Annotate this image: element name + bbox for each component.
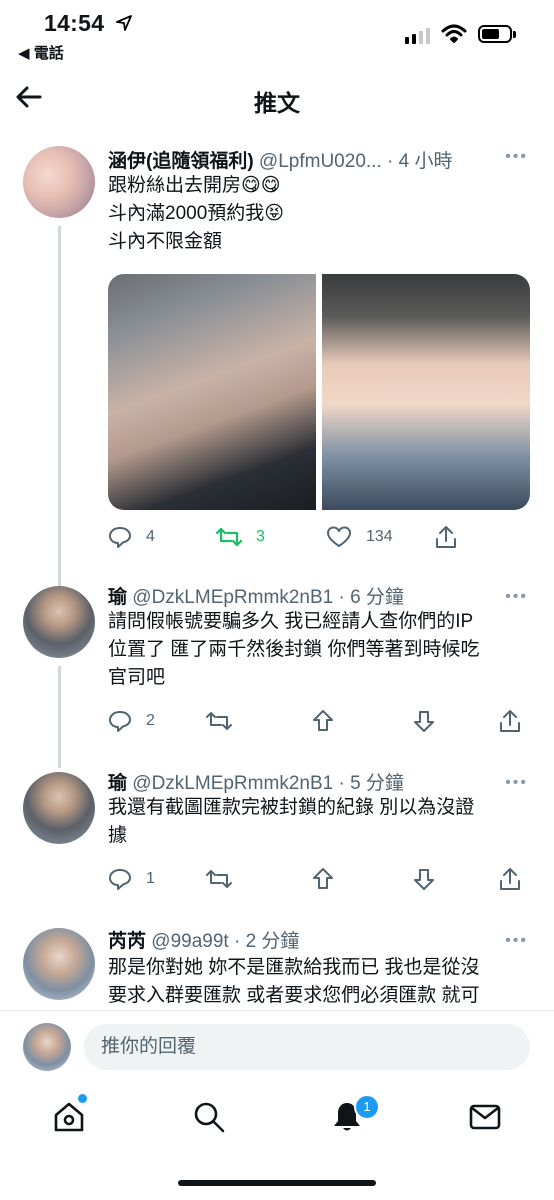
reply-icon bbox=[109, 869, 131, 890]
avatar[interactable] bbox=[23, 928, 95, 1000]
like-button[interactable]: 134 bbox=[326, 522, 393, 552]
retweet-icon bbox=[206, 712, 232, 730]
author-name[interactable]: 芮芮 bbox=[108, 931, 146, 952]
share-icon bbox=[500, 868, 520, 890]
page-title: 推文 bbox=[254, 90, 300, 116]
retweet-count: 3 bbox=[256, 528, 265, 545]
mail-icon[interactable] bbox=[468, 1100, 502, 1134]
share-button[interactable] bbox=[498, 706, 522, 736]
retweet-button[interactable] bbox=[206, 864, 232, 894]
tweet-actions: 1 bbox=[108, 864, 528, 894]
media-photo-2[interactable] bbox=[322, 274, 530, 510]
reply-count: 2 bbox=[146, 712, 155, 729]
author-handle-time: @DzkLMEpRmmk2nB1 · 5 分鐘 bbox=[127, 773, 404, 794]
reply-count: 1 bbox=[146, 870, 155, 887]
status-bar: 14:54 ◀ 電話 bbox=[0, 0, 554, 70]
tweet-text: 那是你對她 妳不是匯款給我而已 我也是從沒 要求入群要匯款 或者要求您們必須匯款… bbox=[108, 954, 528, 1010]
retweet-button[interactable] bbox=[206, 706, 232, 736]
author-name[interactable]: 涵伊(追隨領福利) bbox=[108, 151, 254, 172]
tweet-text: 請問假帳號要騙多久 我已經請人查你們的IP 位置了 匯了兩千然後封鎖 你們等著到… bbox=[108, 608, 528, 692]
battery-icon bbox=[478, 25, 516, 43]
signal-icon bbox=[405, 28, 430, 44]
tweet-media[interactable] bbox=[108, 274, 530, 510]
new-content-dot bbox=[78, 1094, 87, 1103]
reply-tweet[interactable]: 瑜 @DzkLMEpRmmk2nB1 · 6 分鐘 ••• 請問假帳號要騙多久 … bbox=[0, 582, 554, 768]
reply-icon bbox=[109, 711, 131, 732]
tweet-line: 位置了 匯了兩千然後封鎖 你們等著到時候吃 bbox=[108, 639, 480, 660]
tweet-line: 斗內不限金額 bbox=[108, 231, 223, 252]
downvote-icon bbox=[414, 711, 434, 732]
upvote-button[interactable] bbox=[311, 706, 335, 736]
avatar[interactable] bbox=[23, 586, 95, 658]
tweet-line: 據 bbox=[108, 825, 128, 846]
reply-input[interactable]: 推你的回覆 bbox=[84, 1024, 530, 1070]
like-icon bbox=[327, 526, 351, 547]
reply-count: 4 bbox=[146, 528, 155, 545]
downvote-button[interactable] bbox=[412, 864, 436, 894]
author-handle-time: @DzkLMEpRmmk2nB1 · 6 分鐘 bbox=[127, 587, 404, 608]
tweet-line: 斗內滿2000預約我😝 bbox=[108, 203, 285, 224]
downvote-icon bbox=[414, 869, 434, 890]
like-count: 134 bbox=[366, 528, 393, 545]
reply-tweet[interactable]: 芮芮 @99a99t · 2 分鐘 ••• 那是你對她 妳不是匯款給我而已 我也… bbox=[0, 926, 554, 1010]
header: 推文 bbox=[0, 70, 554, 126]
more-icon[interactable]: ••• bbox=[505, 932, 528, 950]
share-icon bbox=[500, 710, 520, 732]
upvote-button[interactable] bbox=[311, 864, 335, 894]
tweet-line: 官司吧 bbox=[108, 667, 166, 688]
media-photo-1[interactable] bbox=[108, 274, 316, 510]
main-tweet[interactable]: 涵伊(追隨領福利) @LpfmU020... · 4 小時 ••• 跟粉絲出去開… bbox=[0, 142, 554, 626]
tab-bar bbox=[0, 1082, 554, 1152]
share-button[interactable] bbox=[498, 864, 522, 894]
author-handle-time: @LpfmU020... · 4 小時 bbox=[253, 151, 453, 172]
tweet-text: 我還有截圖匯款完被封鎖的紀錄 別以為沒證 據 bbox=[108, 794, 528, 850]
search-icon[interactable] bbox=[192, 1100, 226, 1134]
retweet-icon bbox=[206, 870, 232, 888]
retweet-icon bbox=[216, 527, 242, 547]
reply-button[interactable]: 4 bbox=[108, 522, 155, 552]
tweet-line: 要求入群要匯款 或者要求您們必須匯款 就可 bbox=[108, 985, 480, 1006]
tweet-line: 跟粉絲出去開房😋😋 bbox=[108, 175, 281, 196]
home-icon[interactable] bbox=[52, 1100, 86, 1134]
reply-composer: 推你的回覆 bbox=[0, 1010, 554, 1083]
tweet-line: 請問假帳號要騙多久 我已經請人查你們的IP bbox=[108, 611, 474, 632]
reply-icon bbox=[109, 527, 131, 548]
more-icon[interactable]: ••• bbox=[505, 588, 528, 606]
downvote-button[interactable] bbox=[412, 706, 436, 736]
avatar[interactable] bbox=[23, 146, 95, 218]
avatar[interactable] bbox=[23, 772, 95, 844]
wifi-icon bbox=[441, 24, 467, 43]
avatar[interactable] bbox=[23, 1023, 71, 1071]
reply-button[interactable]: 1 bbox=[108, 864, 155, 894]
tweet-line: 那是你對她 妳不是匯款給我而已 我也是從沒 bbox=[108, 957, 480, 978]
home-indicator bbox=[178, 1180, 376, 1186]
upvote-icon bbox=[313, 710, 333, 731]
author-name[interactable]: 瑜 bbox=[108, 587, 127, 608]
thread-line bbox=[58, 226, 61, 626]
share-button[interactable] bbox=[434, 522, 458, 552]
reply-button[interactable]: 2 bbox=[108, 706, 155, 736]
share-icon bbox=[436, 526, 456, 548]
more-icon[interactable]: ••• bbox=[505, 774, 528, 792]
tweet-actions: 4 3 134 bbox=[108, 522, 528, 552]
thread-line bbox=[58, 666, 61, 768]
tweet-actions: 2 bbox=[108, 706, 528, 736]
status-time: 14:54 bbox=[44, 10, 105, 36]
author-name[interactable]: 瑜 bbox=[108, 773, 127, 794]
retweet-button[interactable]: 3 bbox=[216, 522, 265, 552]
notification-badge: 1 bbox=[354, 1094, 380, 1120]
location-arrow-icon bbox=[116, 15, 132, 31]
tweet-text: 跟粉絲出去開房😋😋 斗內滿2000預約我😝 斗內不限金額 bbox=[108, 172, 528, 256]
reply-tweet[interactable]: 瑜 @DzkLMEpRmmk2nB1 · 5 分鐘 ••• 我還有截圖匯款完被封… bbox=[0, 768, 554, 908]
tweet-line: 我還有截圖匯款完被封鎖的紀錄 別以為沒證 bbox=[108, 797, 475, 818]
upvote-icon bbox=[313, 868, 333, 889]
back-to-app-link[interactable]: ◀ 電話 bbox=[18, 42, 64, 63]
more-icon[interactable]: ••• bbox=[505, 148, 528, 166]
author-handle-time: @99a99t · 2 分鐘 bbox=[146, 931, 300, 952]
